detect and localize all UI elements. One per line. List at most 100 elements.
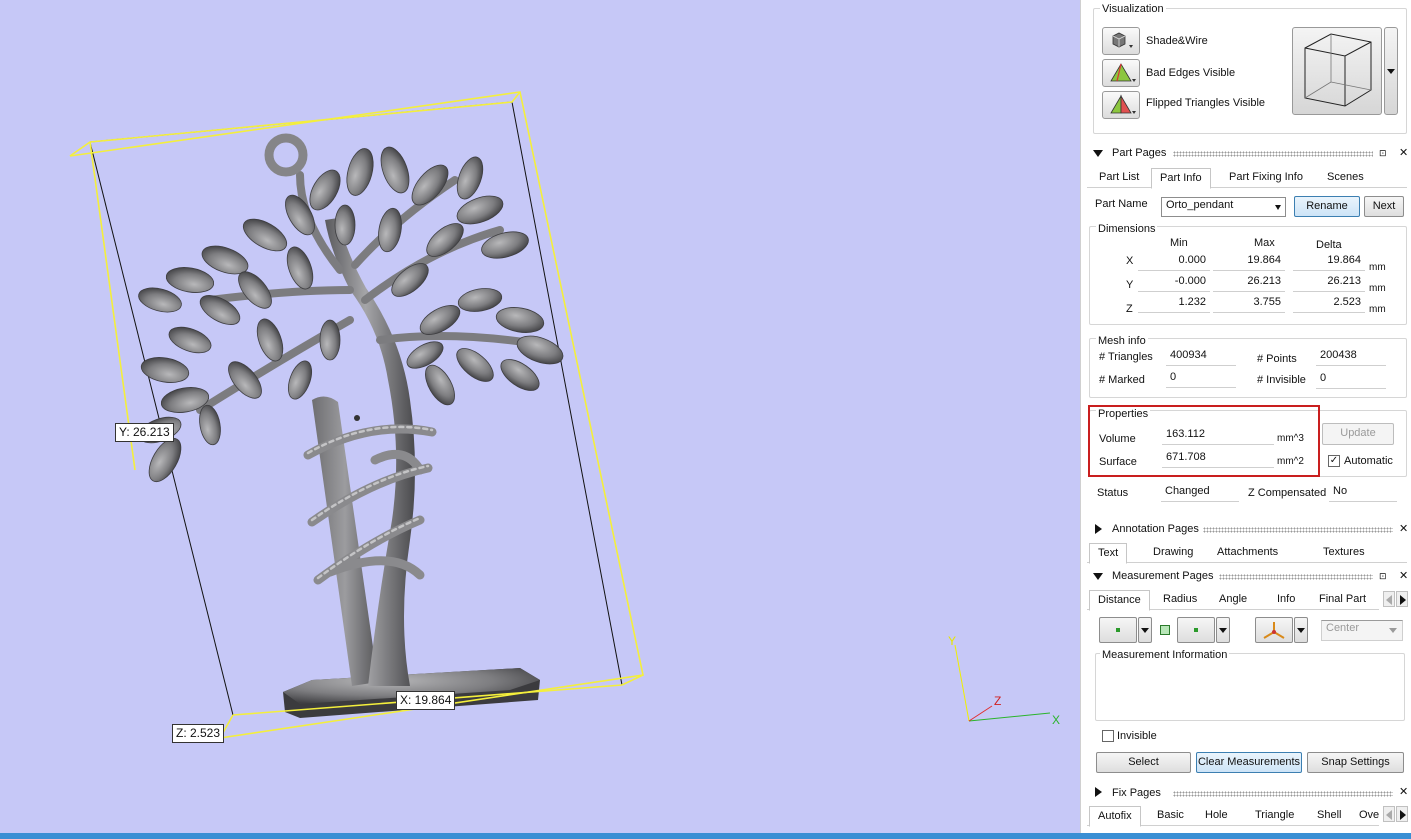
shade-wire-label: Shade&Wire [1146,35,1208,47]
clear-measurements-button[interactable]: Clear Measurements [1196,752,1302,773]
chevron-down-icon [1387,69,1395,74]
z-dimension-label: Z: 2.523 [172,724,225,743]
dim-x-min[interactable]: 0.000 [1138,253,1210,271]
tab-distance[interactable]: Distance [1089,590,1150,611]
z-compensated-label: Z Compensated [1248,487,1327,499]
center-select-value: Center [1326,622,1360,634]
axis-measure-dropdown[interactable] [1294,617,1308,643]
tab-drawing[interactable]: Drawing [1145,543,1201,563]
tab-basic[interactable]: Basic [1149,806,1192,826]
measurement-pages-header[interactable]: Measurement Pages ⊡ ✕ [1081,568,1411,586]
drag-grip[interactable] [1173,151,1373,157]
3d-viewport[interactable]: Y: 26.213 X: 19.864 Z: 2.523 X Y Z [0,0,1080,833]
center-select[interactable]: Center [1321,620,1403,641]
next-button[interactable]: Next [1364,196,1404,217]
fix-pages-header[interactable]: Fix Pages ✕ [1081,783,1411,801]
scene-canvas[interactable] [0,0,1080,833]
snap-settings-button[interactable]: Snap Settings [1307,752,1404,773]
dim-y-max[interactable]: 26.213 [1213,274,1285,292]
drag-grip[interactable] [1219,574,1373,580]
tab-scroll-left[interactable] [1383,591,1395,607]
status-value[interactable]: Changed [1161,484,1239,502]
z-compensated-value[interactable]: No [1329,484,1397,502]
point-pick-button-2[interactable] [1177,617,1215,643]
tab-text[interactable]: Text [1089,543,1128,564]
tab-attachments[interactable]: Attachments [1209,543,1286,563]
fix-tab-scroll-right[interactable] [1396,806,1408,822]
tab-over[interactable]: Over [1355,806,1379,826]
dim-x-max[interactable]: 19.864 [1213,253,1285,271]
close-icon[interactable]: ✕ [1399,785,1408,798]
dim-z-min[interactable]: 1.232 [1138,295,1210,313]
expand-triangle-icon[interactable] [1095,524,1102,534]
float-icon[interactable]: ⊡ [1379,148,1387,159]
tab-radius[interactable]: Radius [1155,590,1205,610]
collapse-triangle-icon[interactable] [1093,573,1103,580]
tab-shell[interactable]: Shell [1309,806,1349,826]
axis-measure-button[interactable] [1255,617,1293,643]
dim-y-min[interactable]: -0.000 [1138,274,1210,292]
bad-edges-button[interactable] [1102,59,1140,87]
point-dropdown-1[interactable] [1138,617,1152,643]
tab-info[interactable]: Info [1269,590,1303,610]
y-dimension-label: Y: 26.213 [115,423,174,442]
shade-wire-button[interactable] [1102,27,1140,55]
invisible-count-value[interactable]: 0 [1316,371,1386,389]
invisible-count-label: # Invisible [1257,374,1306,386]
point-icon [1116,628,1120,632]
annotation-pages-header[interactable]: Annotation Pages ✕ [1081,520,1411,538]
view-cube-button[interactable] [1292,27,1382,115]
tab-autofix[interactable]: Autofix [1089,806,1141,827]
tab-part-fixing-info[interactable]: Part Fixing Info [1221,168,1311,188]
points-value[interactable]: 200438 [1316,348,1386,366]
dim-y-delta[interactable]: 26.213 [1293,274,1365,292]
drag-grip[interactable] [1173,791,1393,797]
close-icon[interactable]: ✕ [1399,146,1408,159]
tab-part-info[interactable]: Part Info [1151,168,1211,189]
automatic-label: Automatic [1344,455,1393,467]
select-button[interactable]: Select [1096,752,1191,773]
tab-angle[interactable]: Angle [1211,590,1255,610]
tab-final-part[interactable]: Final Part [1311,590,1374,610]
axis-y-label: Y [948,634,957,648]
dim-header-min: Min [1170,237,1188,249]
dim-z-delta[interactable]: 2.523 [1293,295,1365,313]
part-name-select[interactable]: Orto_pendant [1161,197,1286,217]
fix-tab-scroll-left[interactable] [1383,806,1395,822]
tab-hole[interactable]: Hole [1197,806,1236,826]
rename-button[interactable]: Rename [1294,196,1360,217]
dim-z-max[interactable]: 3.755 [1213,295,1285,313]
drag-grip[interactable] [1203,527,1393,533]
flipped-triangles-button[interactable] [1102,91,1140,119]
tab-textures[interactable]: Textures [1315,543,1373,563]
close-icon[interactable]: ✕ [1399,569,1408,582]
point-pick-button-1[interactable] [1099,617,1137,643]
update-button[interactable]: Update [1322,423,1394,445]
dim-x-delta[interactable]: 19.864 [1293,253,1365,271]
expand-triangle-icon[interactable] [1095,787,1102,797]
close-icon[interactable]: ✕ [1399,522,1408,535]
arrow-right-icon [1400,595,1406,605]
invisible-label: Invisible [1117,730,1157,742]
collapse-triangle-icon[interactable] [1093,150,1103,157]
float-icon[interactable]: ⊡ [1379,571,1387,582]
triangles-value[interactable]: 400934 [1166,348,1236,366]
cube-shade-icon [1112,32,1133,48]
tab-part-list[interactable]: Part List [1091,168,1147,188]
link-icon [1160,625,1170,635]
part-pages-title: Part Pages [1112,147,1167,159]
invisible-checkbox[interactable] [1102,730,1114,742]
dim-x-unit: mm [1369,262,1386,273]
automatic-checkbox[interactable]: ✓ [1328,455,1340,467]
dim-y-axis: Y [1126,279,1134,291]
marked-value[interactable]: 0 [1166,370,1236,388]
view-dropdown-button[interactable] [1384,27,1398,115]
dimensions-title: Dimensions [1096,223,1158,235]
part-pages-header[interactable]: Part Pages ⊡ ✕ [1081,144,1411,162]
measurement-info-group: Measurement Information [1095,649,1405,721]
tab-scenes[interactable]: Scenes [1319,168,1372,188]
point-dropdown-2[interactable] [1216,617,1230,643]
x-dimension-label: X: 19.864 [396,691,456,710]
tab-scroll-right[interactable] [1396,591,1408,607]
tab-triangle[interactable]: Triangle [1247,806,1302,826]
